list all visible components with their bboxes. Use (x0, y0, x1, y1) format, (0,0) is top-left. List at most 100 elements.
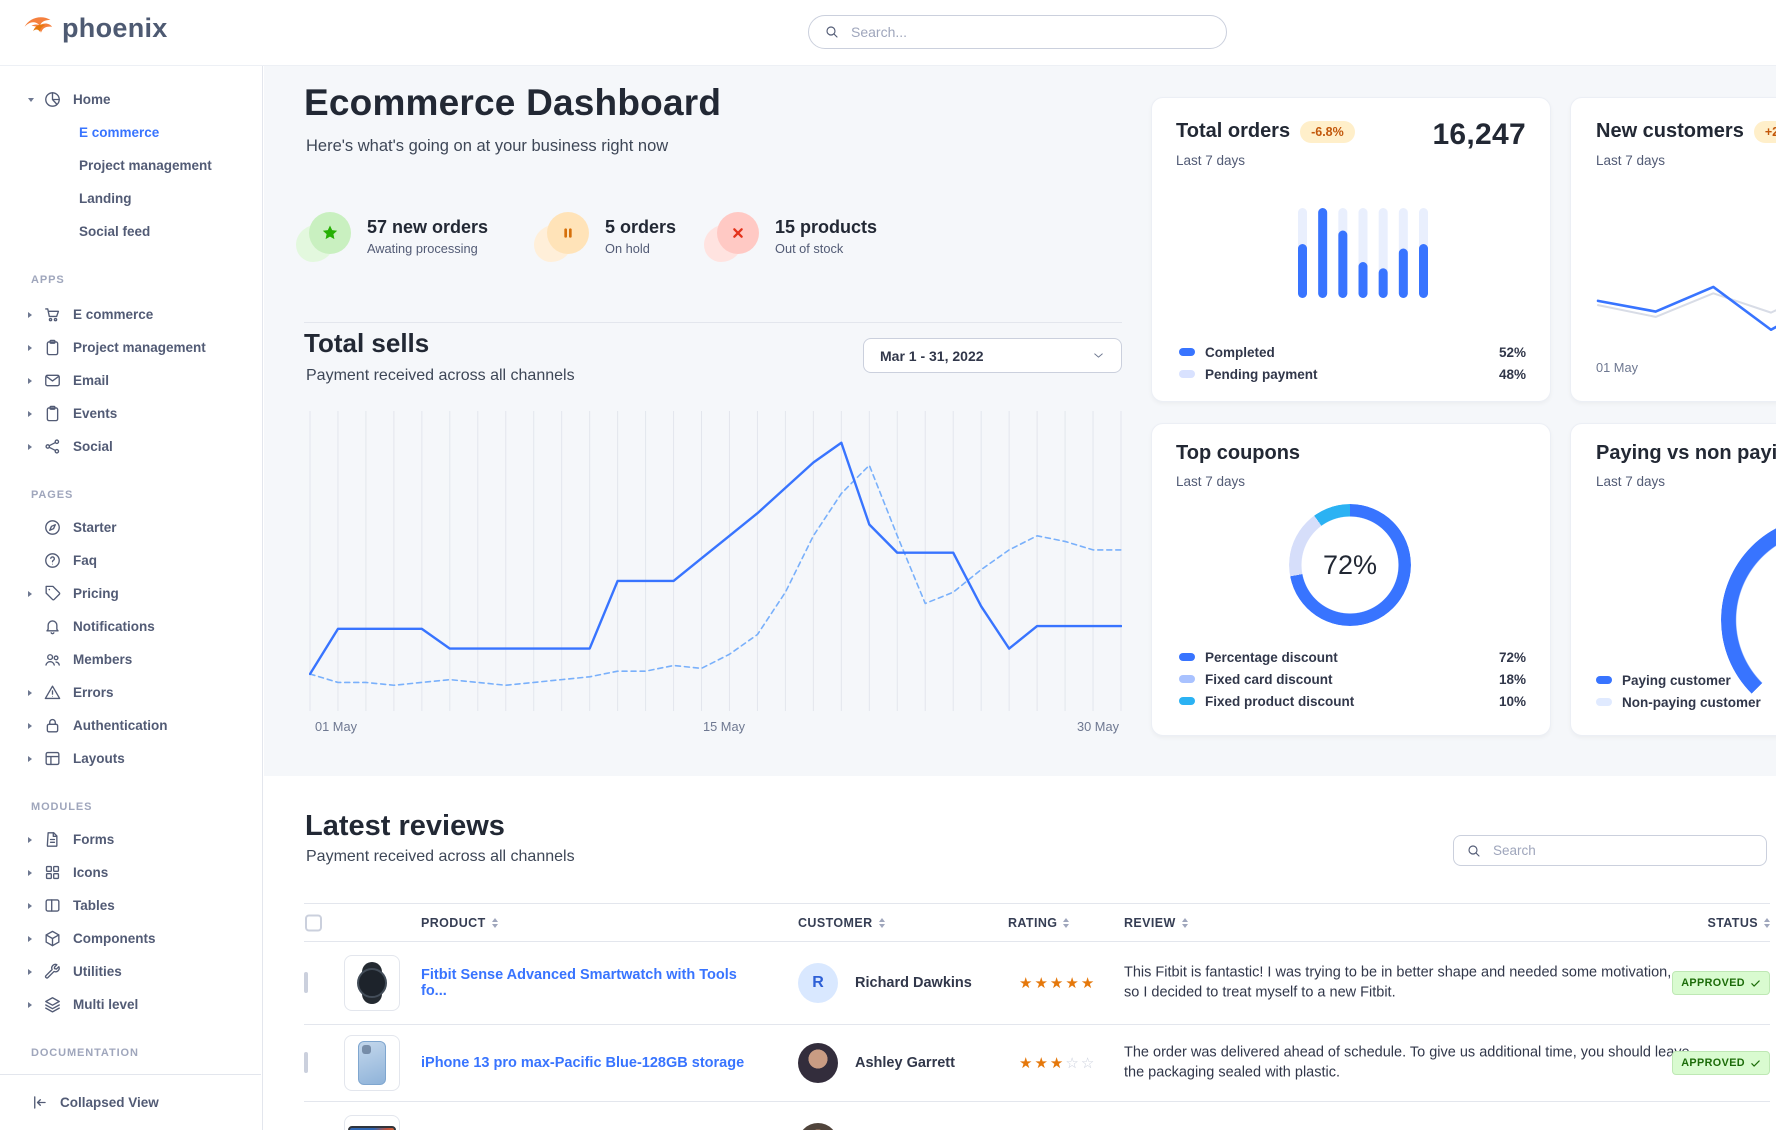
card-title: New customers (1596, 120, 1744, 143)
sidebar-item-social[interactable]: Social (0, 430, 262, 463)
cart-icon (43, 305, 62, 324)
sidebar-item-forms[interactable]: Forms (0, 823, 262, 856)
chevron-right-icon (28, 723, 41, 729)
cube-icon (43, 929, 62, 948)
question-circle-icon (43, 551, 62, 570)
x-axis-label: 15 May (703, 719, 745, 734)
sidebar-item-tables[interactable]: Tables (0, 889, 262, 922)
sidebar-item-social-feed[interactable]: Social feed (0, 215, 262, 248)
legend-swatch (1179, 370, 1195, 378)
product-thumbnail[interactable] (344, 955, 400, 1011)
sidebar-item-landing[interactable]: Landing (0, 182, 262, 215)
chevron-right-icon (28, 756, 41, 762)
trend-badge: -6.8% (1300, 121, 1355, 143)
sidebar-item-pricing[interactable]: Pricing (0, 577, 262, 610)
stat-on-hold: 5 ordersOn hold (542, 212, 676, 260)
legend-swatch (1179, 653, 1195, 661)
legend-swatch (1596, 698, 1612, 706)
legend-item: Pending payment 48% (1179, 366, 1526, 382)
reviews-search-input[interactable] (1491, 842, 1754, 859)
sidebar-item-starter[interactable]: Starter (0, 511, 262, 544)
check-icon (1750, 1058, 1761, 1069)
product-thumbnail[interactable] (344, 1035, 400, 1091)
row-checkbox[interactable] (304, 974, 308, 992)
search-icon (824, 24, 840, 40)
sidebar-item-apps-project-management[interactable]: Project management (0, 331, 262, 364)
sidebar-item-email[interactable]: Email (0, 364, 262, 397)
total-sells-subtitle: Payment received across all channels (306, 367, 575, 385)
x-axis-label: 30 May (1077, 719, 1119, 734)
file-text-icon (43, 830, 62, 849)
avatar (798, 1043, 838, 1083)
global-search-input[interactable] (849, 23, 1211, 41)
sidebar-item-project-management[interactable]: Project management (0, 149, 262, 182)
sidebar-section-pages: PAGES (0, 483, 262, 507)
lock-icon (43, 716, 62, 735)
card-period: Last 7 days (1176, 153, 1245, 168)
sidebar-item-notifications[interactable]: Notifications (0, 610, 262, 643)
sidebar-item-errors[interactable]: Errors (0, 676, 262, 709)
sidebar-item-icons[interactable]: Icons (0, 856, 262, 889)
select-all-checkbox[interactable] (305, 914, 322, 931)
x-axis-label: 01 May (315, 719, 357, 734)
date-range-select[interactable]: Mar 1 - 31, 2022 (863, 338, 1122, 373)
collapse-left-icon (30, 1093, 49, 1112)
chevron-down-icon (28, 98, 41, 102)
legend-item: Percentage discount 72% (1179, 649, 1526, 665)
legend-item: Paying customer (1596, 672, 1776, 688)
reviews-search[interactable] (1453, 835, 1767, 866)
chevron-right-icon (28, 378, 41, 384)
table-row: Apple MacBook Pro 13 inch-M1-8/256GB-...… (304, 1102, 1770, 1130)
card-period: Last 7 days (1596, 474, 1665, 489)
sidebar-item-faq[interactable]: Faq (0, 544, 262, 577)
sort-rating[interactable]: RATING (1008, 916, 1069, 930)
chevron-right-icon (28, 1002, 41, 1008)
bell-icon (43, 617, 62, 636)
sidebar-section-modules: MODULES (0, 795, 262, 819)
tag-icon (43, 584, 62, 603)
product-link[interactable]: iPhone 13 pro max-Pacific Blue-128GB sto… (421, 1055, 751, 1071)
status-badge: APPROVED (1672, 971, 1770, 995)
product-link[interactable]: Fitbit Sense Advanced Smartwatch with To… (421, 967, 751, 999)
sort-customer[interactable]: CUSTOMER (798, 916, 885, 930)
legend-item: Fixed product discount 10% (1179, 693, 1526, 709)
sort-status[interactable]: STATUS (1707, 916, 1770, 930)
top-coupons-card: Top coupons Last 7 days 72% Percentage d… (1151, 423, 1551, 736)
legend-item: Non-paying customer (1596, 694, 1776, 710)
sort-icon (492, 918, 498, 928)
layout-icon (43, 749, 62, 768)
sidebar-item-authentication[interactable]: Authentication (0, 709, 262, 742)
sort-review[interactable]: REVIEW (1124, 916, 1188, 930)
card-title: Paying vs non paying (1596, 442, 1776, 465)
sidebar-item-events[interactable]: Events (0, 397, 262, 430)
sidebar-item-multi-level[interactable]: Multi level (0, 988, 262, 1021)
sidebar-item-utilities[interactable]: Utilities (0, 955, 262, 988)
review-text: This Fitbit is fantastic! I was trying t… (1124, 963, 1690, 1004)
sidebar-item-layouts[interactable]: Layouts (0, 742, 262, 775)
legend-swatch (1179, 697, 1195, 705)
total-orders-chart (1298, 206, 1428, 302)
clipboard-icon (43, 404, 62, 423)
card-period: Last 7 days (1596, 153, 1665, 168)
envelope-icon (43, 371, 62, 390)
table-row: Fitbit Sense Advanced Smartwatch with To… (304, 942, 1770, 1025)
collapse-sidebar-button[interactable]: Collapsed View (0, 1074, 261, 1130)
warning-triangle-icon (43, 683, 62, 702)
sort-icon (1764, 918, 1770, 928)
sort-product[interactable]: PRODUCT (421, 916, 498, 930)
sidebar-item-members[interactable]: Members (0, 643, 262, 676)
product-thumbnail[interactable] (344, 1115, 400, 1130)
compass-icon (43, 518, 62, 537)
reviews-table: PRODUCT CUSTOMER RATING REVIEW STATUS Fi… (304, 903, 1770, 1130)
sidebar-item-apps-ecommerce[interactable]: E commerce (0, 298, 262, 331)
page-subtitle: Here's what's going on at your business … (306, 137, 668, 156)
brand-name: phoenix (62, 13, 168, 44)
row-checkbox[interactable] (304, 1054, 308, 1072)
check-icon (1750, 978, 1761, 989)
sidebar-item-ecommerce[interactable]: E commerce (0, 116, 262, 149)
sidebar-item-home[interactable]: Home (0, 83, 262, 116)
clipboard-icon (43, 338, 62, 357)
global-search[interactable] (808, 15, 1227, 49)
sidebar-item-components[interactable]: Components (0, 922, 262, 955)
brand-logo[interactable]: phoenix (22, 13, 168, 44)
